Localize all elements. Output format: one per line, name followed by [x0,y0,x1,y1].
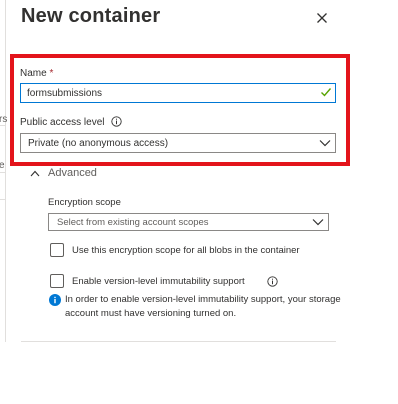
info-filled-icon [49,294,61,306]
use-encryption-scope-label: Use this encryption scope for all blobs … [72,245,300,256]
immutability-support-label: Enable version-level immutability suppor… [72,276,245,287]
name-label-text: Name [20,68,47,79]
chevron-down-icon [312,219,324,226]
info-icon[interactable] [111,116,122,127]
chevron-up-icon [30,170,40,177]
encryption-scope-placeholder: Select from existing account scopes [57,217,209,228]
close-icon [317,13,327,23]
public-access-label: Public access level [20,117,105,128]
public-access-selected-value: Private (no anonymous access) [28,138,169,149]
required-marker: * [49,68,54,79]
versioning-info-message: In order to enable version-level immutab… [65,294,341,319]
section-divider [21,341,336,342]
use-encryption-scope-checkbox[interactable] [50,243,64,257]
panel-title: New container [21,5,161,27]
underlying-divider [0,199,6,200]
underlying-text-fragment: rs [0,114,8,125]
public-access-dropdown[interactable]: Private (no anonymous access) [20,133,336,153]
immutability-support-checkbox[interactable] [50,274,64,288]
encryption-scope-label: Encryption scope [48,197,121,208]
underlying-divider [0,172,6,173]
close-button[interactable] [312,8,332,28]
chevron-down-icon [319,140,331,147]
name-label: Name * [20,68,53,79]
encryption-scope-dropdown[interactable]: Select from existing account scopes [48,213,329,231]
advanced-label: Advanced [48,167,97,179]
underlying-text-fragment: e [0,160,5,171]
checkmark-icon [321,88,332,97]
underlying-divider [0,125,6,126]
info-icon[interactable] [267,276,278,287]
underlying-page-edge: rs e [0,0,8,342]
container-name-input[interactable] [20,83,336,103]
